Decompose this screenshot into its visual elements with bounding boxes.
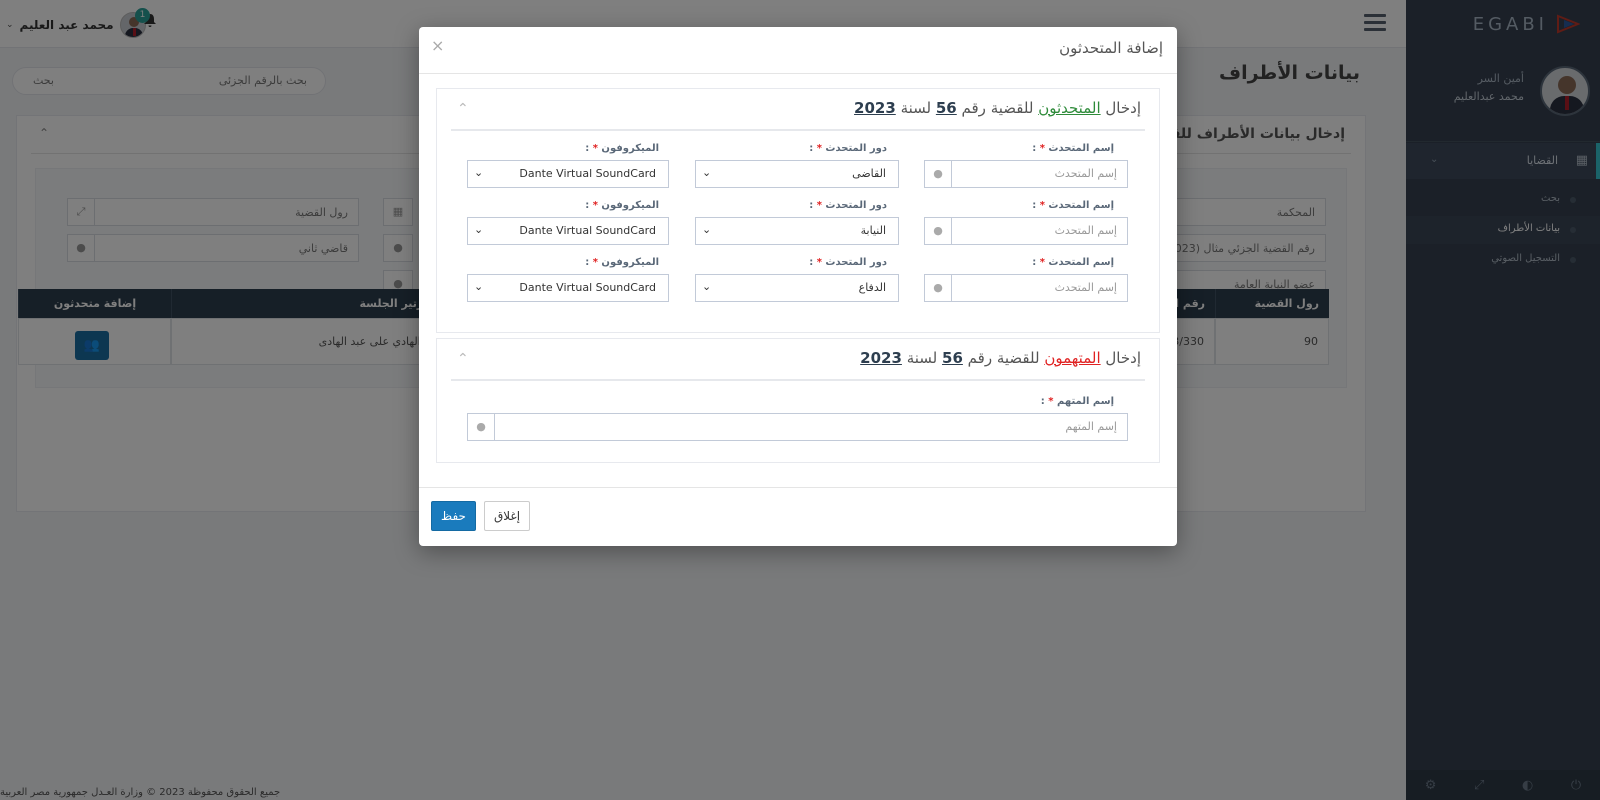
accused-name-input[interactable]: إسم المتهم [1055,414,1127,440]
speaker-role-label: دور المتحدث * : [809,257,887,268]
selected-value: القاضى [852,167,886,180]
accused-name-field[interactable]: إسم المتهم ● [467,413,1128,441]
modal-header: إضافة المتحدثون × [419,27,1177,74]
speaker-name-input[interactable]: إسم المتحدث [1045,218,1127,244]
selected-value: الدفاع [858,281,886,294]
speaker-name-field[interactable]: إسم المتحدث ● [924,160,1128,188]
user-icon: ● [468,414,495,440]
microphone-label: الميكروفون * : [585,257,659,268]
chevron-down-icon: ⌄ [474,223,484,236]
add-speakers-modal: إضافة المتحدثون × إدخال المتحدثون للقضية… [419,27,1177,546]
user-icon: ● [925,161,952,187]
microphone-label: الميكروفون * : [585,143,659,154]
modal-title: إضافة المتحدثون [1059,39,1163,57]
speaker-role-select[interactable]: القاضى ⌄ [695,160,899,188]
chevron-up-icon[interactable]: ⌃ [457,101,469,117]
accused-section-title: إدخال المتهمون للقضية رقم 56 لسنة 2023 [860,349,1141,367]
speaker-name-label: إسم المتحدث * : [1032,143,1114,154]
close-icon[interactable]: × [431,36,444,55]
chevron-down-icon: ⌄ [702,280,712,293]
close-button[interactable]: إغلاق [484,501,530,531]
user-icon: ● [925,218,952,244]
selected-value: النيابة [860,224,886,237]
speaker-name-field[interactable]: إسم المتحدث ● [924,274,1128,302]
save-button[interactable]: حفظ [431,501,476,531]
microphone-select[interactable]: Dante Virtual SoundCard ⌄ [467,217,669,245]
chevron-up-icon[interactable]: ⌃ [457,351,469,367]
speaker-name-input[interactable]: إسم المتحدث [1045,161,1127,187]
speaker-name-input[interactable]: إسم المتحدث [1045,275,1127,301]
speaker-role-label: دور المتحدث * : [809,143,887,154]
chevron-down-icon: ⌄ [702,166,712,179]
selected-value: Dante Virtual SoundCard [519,167,656,180]
chevron-down-icon: ⌄ [702,223,712,236]
user-icon: ● [925,275,952,301]
speaker-name-label: إسم المتحدث * : [1032,257,1114,268]
microphone-select[interactable]: Dante Virtual SoundCard ⌄ [467,160,669,188]
selected-value: Dante Virtual SoundCard [519,224,656,237]
accused-name-label: إسم المتهم * : [1040,396,1114,407]
chevron-down-icon: ⌄ [474,166,484,179]
microphone-select[interactable]: Dante Virtual SoundCard ⌄ [467,274,669,302]
speaker-role-select[interactable]: الدفاع ⌄ [695,274,899,302]
speaker-name-label: إسم المتحدث * : [1032,200,1114,211]
selected-value: Dante Virtual SoundCard [519,281,656,294]
chevron-down-icon: ⌄ [474,280,484,293]
modal-footer: حفظ إغلاق [419,487,1177,546]
speakers-section-title: إدخال المتحدثون للقضية رقم 56 لسنة 2023 [854,99,1141,117]
speaker-name-field[interactable]: إسم المتحدث ● [924,217,1128,245]
microphone-label: الميكروفون * : [585,200,659,211]
speaker-role-select[interactable]: النيابة ⌄ [695,217,899,245]
speaker-role-label: دور المتحدث * : [809,200,887,211]
